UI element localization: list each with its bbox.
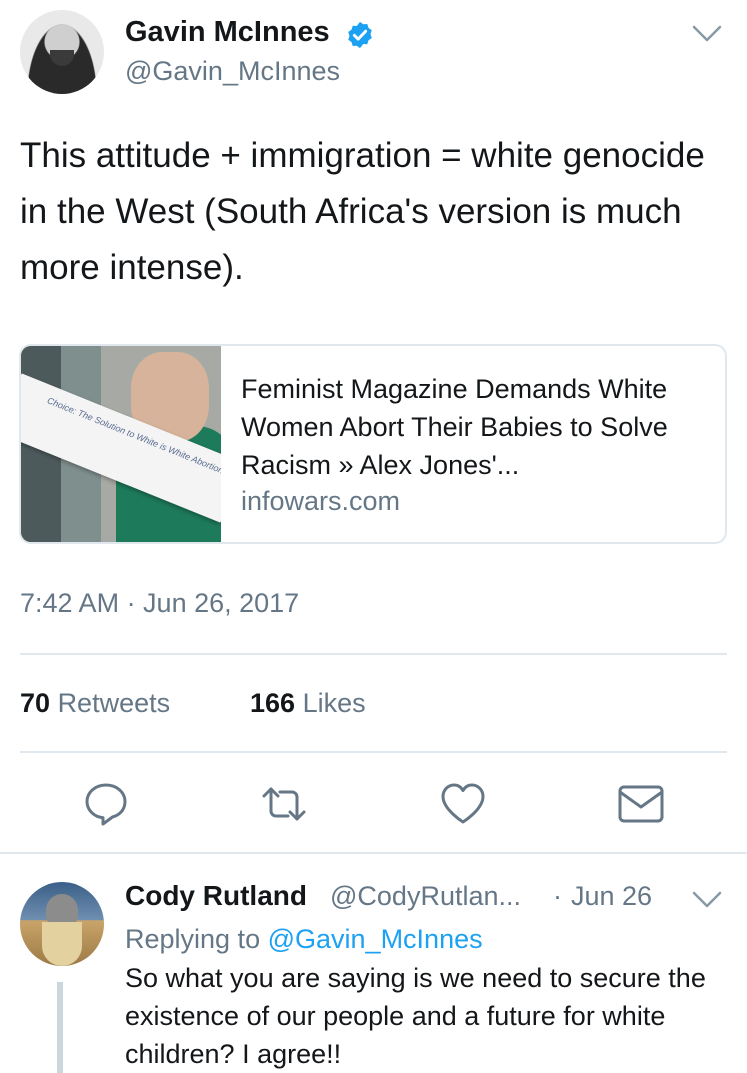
card-thumbnail: Choice: The Solution to White is White A… — [21, 346, 221, 542]
retweets-label: Retweets — [57, 688, 171, 718]
retweets-stat[interactable]: 70 Retweets — [20, 688, 170, 719]
author-handle[interactable]: @Gavin_McInnes — [125, 56, 340, 87]
chevron-down-icon[interactable] — [690, 20, 724, 46]
reply-author-handle[interactable]: @CodyRutlan... — [330, 881, 521, 912]
envelope-icon[interactable] — [615, 778, 667, 830]
author-name[interactable]: Gavin McInnes — [125, 16, 330, 49]
reply-author-name[interactable]: Cody Rutland — [125, 880, 307, 912]
replying-prefix: Replying to — [125, 924, 261, 954]
verified-badge-icon — [345, 20, 375, 50]
reply-icon[interactable] — [80, 778, 132, 830]
chevron-down-icon[interactable] — [690, 886, 724, 912]
reply-text: So what you are saying is we need to sec… — [125, 963, 706, 1069]
card-domain: infowars.com — [241, 486, 401, 516]
reply-author-avatar[interactable] — [20, 882, 104, 966]
author-avatar[interactable] — [20, 10, 104, 94]
likes-stat[interactable]: 166 Likes — [250, 688, 366, 719]
divider — [20, 653, 727, 655]
reply-date[interactable]: Jun 26 — [571, 881, 652, 912]
divider — [20, 751, 727, 753]
reply-separator: · — [553, 881, 562, 911]
tweet-text: This attitude + immigration = white geno… — [20, 136, 705, 287]
heart-icon[interactable] — [437, 778, 489, 830]
card-title[interactable]: Feminist Magazine Demands White Women Ab… — [241, 370, 711, 484]
divider — [0, 852, 747, 854]
likes-count: 166 — [250, 688, 296, 718]
replying-to: Replying to @Gavin_McInnes — [125, 924, 483, 955]
likes-label: Likes — [302, 688, 366, 718]
replying-to-link[interactable]: @Gavin_McInnes — [268, 924, 483, 954]
retweet-icon[interactable] — [258, 778, 310, 830]
retweets-count: 70 — [20, 688, 51, 718]
thread-line — [57, 982, 63, 1073]
link-card[interactable]: Choice: The Solution to White is White A… — [19, 344, 727, 544]
tweet-timestamp[interactable]: 7:42 AM · Jun 26, 2017 — [20, 588, 299, 619]
